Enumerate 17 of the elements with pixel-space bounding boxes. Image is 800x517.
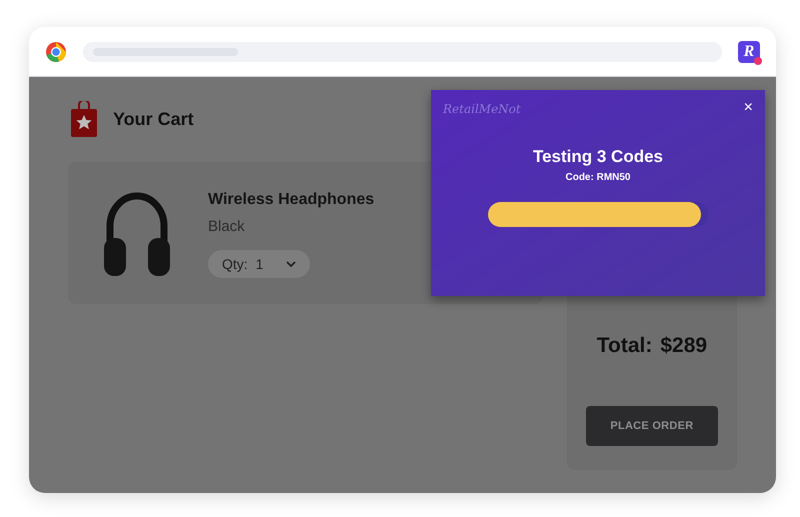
cart-title: Your Cart: [113, 108, 194, 130]
quantity-selector[interactable]: Qty: 1: [208, 250, 310, 278]
brand-logo: RetailMeNot: [443, 101, 521, 118]
chevron-down-icon: [286, 261, 296, 268]
browser-logo-icon[interactable]: [45, 40, 67, 62]
place-order-button[interactable]: PLACE ORDER: [586, 406, 718, 446]
close-button[interactable]: ×: [744, 100, 753, 116]
product-name: Wireless Headphones: [208, 190, 374, 210]
total-label: Total:: [596, 332, 652, 358]
shopping-bag-icon: [71, 101, 97, 137]
total-amount: $289: [660, 332, 708, 358]
quantity-label: Qty:: [222, 254, 248, 274]
coupon-code: Code: RMN50: [565, 170, 630, 184]
popup-title: Testing 3 Codes: [532, 146, 664, 168]
quantity-value: 1: [256, 254, 264, 274]
product-variant: Black: [208, 216, 246, 237]
extension-button[interactable]: R: [738, 40, 760, 62]
